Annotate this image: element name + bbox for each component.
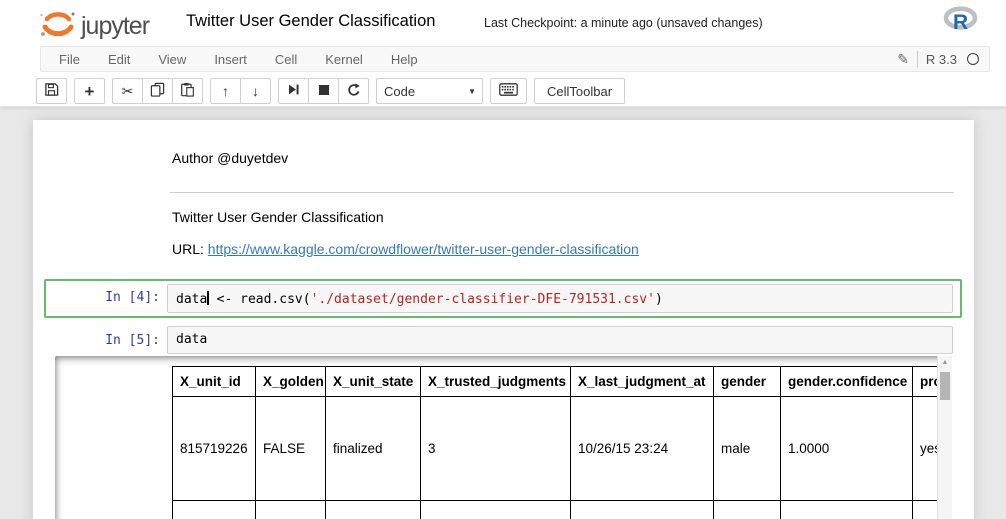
table-header-row: X_unit_id X_golden X_unit_state X_truste… (173, 367, 953, 397)
insert-cell-below-button[interactable]: + (74, 78, 105, 104)
stop-icon (318, 84, 330, 99)
code-token-mid: <- read.csv( (209, 292, 311, 307)
restart-icon (347, 83, 361, 100)
paste-icon (180, 82, 195, 100)
table-cell (326, 501, 421, 519)
table-cell: 3 (421, 397, 571, 501)
table-row: 815719226 FALSE finalized 3 10/26/15 23:… (173, 397, 953, 501)
jupyter-logo-text: jupyter (81, 12, 149, 41)
move-cell-down-button[interactable]: ↓ (240, 78, 271, 104)
scissors-icon: ✂ (122, 84, 134, 98)
col-header: gender.confidence (781, 367, 913, 397)
table-row (173, 501, 953, 519)
step-forward-icon (287, 83, 300, 99)
col-header: gender (714, 367, 781, 397)
code-input-4[interactable]: data <- read.csv('./dataset/gender-class… (167, 284, 953, 313)
code-cell-4[interactable]: In [4]: data <- read.csv('./dataset/gend… (44, 279, 962, 318)
code-token-string: './dataset/gender-classifier-DFE-791531.… (311, 292, 655, 307)
menu-view[interactable]: View (148, 48, 196, 71)
markdown-title-cell[interactable]: Twitter User Gender Classification (172, 209, 384, 225)
table-cell: finalized (326, 397, 421, 501)
table-cell (781, 501, 913, 519)
code-token-var: data (176, 292, 207, 307)
r-kernel-logo-icon: R (943, 6, 979, 39)
paste-cells-button[interactable] (172, 78, 203, 104)
toolbar: + ✂ ↑ ↓ (36, 78, 632, 104)
output-scrollbar[interactable]: ▲ (937, 356, 952, 519)
col-header: X_golden (256, 367, 326, 397)
edit-mode-pencil-icon: ✎ (897, 51, 909, 68)
arrow-down-icon: ↓ (252, 84, 259, 98)
plus-icon: + (85, 83, 95, 100)
code-token-end: ) (655, 292, 663, 307)
menubar: File Edit View Insert Cell Kernel Help ✎… (40, 46, 990, 72)
notebook-header: jupyter Twitter User Gender Classificati… (0, 0, 1006, 107)
markdown-url-cell[interactable]: URL: https://www.kaggle.com/crowdflower/… (172, 241, 639, 257)
col-header: X_last_judgment_at (571, 367, 714, 397)
checkpoint-status: Last Checkpoint: a minute ago (unsaved c… (484, 16, 763, 30)
run-cell-button[interactable] (278, 78, 309, 104)
jupyter-logo[interactable]: jupyter (35, 6, 149, 47)
menu-kernel[interactable]: Kernel (315, 48, 373, 71)
notebook-container: Author @duyetdev Twitter User Gender Cla… (33, 120, 974, 519)
arrow-up-icon: ↑ (222, 84, 229, 98)
menu-insert[interactable]: Insert (204, 48, 257, 71)
table-cell (256, 501, 326, 519)
col-header: X_trusted_judgments (421, 367, 571, 397)
table-cell (571, 501, 714, 519)
menu-help[interactable]: Help (381, 48, 428, 71)
notebook-title[interactable]: Twitter User Gender Classification (186, 12, 435, 31)
markdown-hr (170, 192, 954, 193)
jupyter-logo-icon (35, 6, 79, 47)
col-header: X_unit_id (173, 367, 256, 397)
input-prompt-5: In [5]: (46, 333, 160, 348)
divider (917, 51, 918, 68)
scrollbar-thumb[interactable] (940, 372, 950, 400)
restart-kernel-button[interactable] (338, 78, 369, 104)
dataframe-table: X_unit_id X_golden X_unit_state X_truste… (172, 366, 952, 519)
kernel-indicator-area: ✎ R 3.3 (897, 47, 983, 71)
command-palette-button[interactable] (490, 78, 527, 104)
menu-file[interactable]: File (49, 48, 90, 71)
table-cell: 10/26/15 23:24 (571, 397, 714, 501)
input-prompt-4: In [4]: (46, 290, 160, 305)
table-cell: 815719226 (173, 397, 256, 501)
copy-icon (150, 82, 165, 100)
table-cell: 1.0000 (781, 397, 913, 501)
cut-cells-button[interactable]: ✂ (112, 78, 143, 104)
svg-text:R: R (953, 11, 968, 34)
output-scroll-area[interactable]: X_unit_id X_golden X_unit_state X_truste… (55, 356, 952, 519)
table-cell: FALSE (256, 397, 326, 501)
celltoolbar-button[interactable]: CellToolbar (534, 78, 625, 104)
notebook-site: Author @duyetdev Twitter User Gender Cla… (0, 108, 1006, 519)
table-cell: male (714, 397, 781, 501)
table-cell (421, 501, 571, 519)
save-icon (44, 82, 59, 100)
kaggle-link[interactable]: https://www.kaggle.com/crowdflower/twitt… (208, 241, 639, 257)
url-label: URL: (172, 241, 208, 257)
cell-type-value: Code (384, 84, 415, 99)
table-cell (714, 501, 781, 519)
menu-edit[interactable]: Edit (98, 48, 140, 71)
cell-type-select[interactable]: Code (376, 78, 483, 104)
markdown-author-cell[interactable]: Author @duyetdev (172, 150, 288, 166)
interrupt-kernel-button[interactable] (308, 78, 339, 104)
kernel-name: R 3.3 (926, 52, 957, 67)
kernel-idle-indicator-icon (967, 53, 979, 65)
keyboard-icon (499, 83, 518, 99)
col-header: X_unit_state (326, 367, 421, 397)
copy-cells-button[interactable] (142, 78, 173, 104)
save-button[interactable] (36, 78, 67, 104)
code-input-5[interactable]: data (167, 326, 953, 354)
scroll-up-arrow-icon[interactable]: ▲ (938, 359, 952, 366)
table-cell (173, 501, 256, 519)
code-line-5: data (168, 327, 952, 353)
header-top: jupyter Twitter User Gender Classificati… (0, 0, 1006, 46)
move-cell-up-button[interactable]: ↑ (210, 78, 241, 104)
menu-cell[interactable]: Cell (265, 48, 307, 71)
